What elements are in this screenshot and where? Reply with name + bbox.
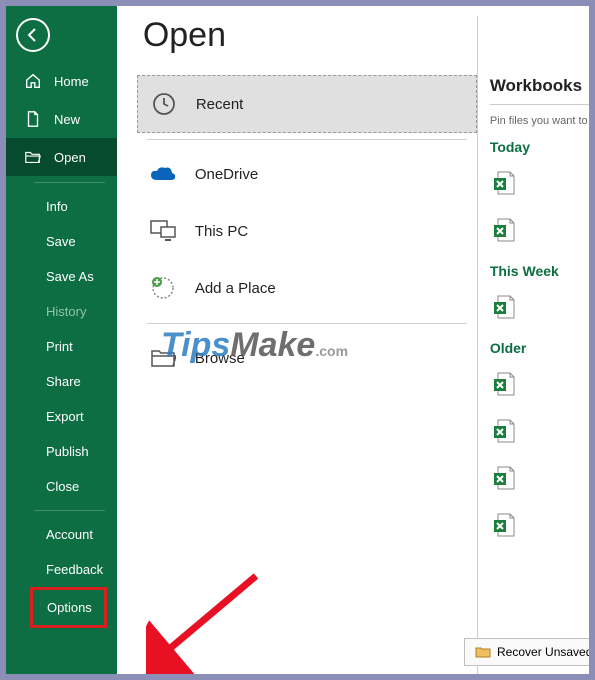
excel-file-icon bbox=[490, 464, 518, 492]
back-arrow-icon bbox=[25, 27, 41, 43]
home-icon bbox=[24, 72, 42, 90]
location-recent-label: Recent bbox=[196, 96, 244, 113]
nav-export[interactable]: Export bbox=[6, 399, 117, 434]
nav-close[interactable]: Close bbox=[6, 469, 117, 504]
thispc-icon bbox=[149, 217, 177, 245]
file-item[interactable] bbox=[490, 511, 589, 544]
nav-open[interactable]: Open bbox=[6, 138, 117, 176]
options-highlight-annotation: Options bbox=[30, 587, 107, 628]
location-divider bbox=[147, 323, 467, 324]
nav-account[interactable]: Account bbox=[6, 517, 117, 552]
location-addplace-label: Add a Place bbox=[195, 280, 276, 297]
excel-file-icon bbox=[490, 511, 518, 539]
workbooks-header: Workbooks bbox=[490, 76, 589, 105]
browse-folder-icon bbox=[149, 344, 177, 372]
location-onedrive[interactable]: OneDrive bbox=[137, 146, 477, 203]
clock-icon bbox=[150, 90, 178, 118]
excel-file-icon bbox=[490, 370, 518, 398]
location-list: Recent OneDrive This PC Add a Place bbox=[137, 75, 477, 387]
location-recent[interactable]: Recent bbox=[137, 75, 477, 133]
onedrive-icon bbox=[149, 160, 177, 188]
addplace-icon bbox=[149, 274, 177, 302]
excel-file-icon bbox=[490, 169, 518, 197]
nav-home[interactable]: Home bbox=[6, 62, 117, 100]
nav-info[interactable]: Info bbox=[6, 189, 117, 224]
nav-feedback[interactable]: Feedback bbox=[6, 552, 117, 587]
new-icon bbox=[24, 110, 42, 128]
file-item[interactable] bbox=[490, 169, 589, 202]
file-item[interactable] bbox=[490, 216, 589, 249]
nav-publish[interactable]: Publish bbox=[6, 434, 117, 469]
nav-new-label: New bbox=[54, 112, 80, 127]
location-thispc[interactable]: This PC bbox=[137, 203, 477, 260]
nav-save[interactable]: Save bbox=[6, 224, 117, 259]
location-divider bbox=[147, 139, 467, 140]
nav-share[interactable]: Share bbox=[6, 364, 117, 399]
location-browse[interactable]: Browse bbox=[137, 330, 477, 387]
file-item[interactable] bbox=[490, 293, 589, 326]
main-panel: Open Recent OneDrive This PC Add a Pl bbox=[117, 6, 589, 674]
file-item[interactable] bbox=[490, 464, 589, 497]
page-title: Open bbox=[143, 16, 477, 55]
nav-home-label: Home bbox=[54, 74, 89, 89]
workbooks-panel: Workbooks Pin files you want to easily f… bbox=[477, 16, 589, 674]
group-today: Today bbox=[490, 139, 589, 155]
location-browse-label: Browse bbox=[195, 350, 245, 367]
file-item[interactable] bbox=[490, 370, 589, 403]
location-onedrive-label: OneDrive bbox=[195, 166, 258, 183]
back-button[interactable] bbox=[16, 18, 50, 52]
excel-file-icon bbox=[490, 417, 518, 445]
location-addplace[interactable]: Add a Place bbox=[137, 260, 477, 317]
sidebar-divider bbox=[34, 182, 105, 183]
pin-hint-text: Pin files you want to easily find later. bbox=[490, 115, 589, 127]
group-thisweek: This Week bbox=[490, 263, 589, 279]
recover-unsaved-button[interactable]: Recover Unsaved Workbooks bbox=[464, 638, 589, 666]
sidebar-divider bbox=[34, 510, 105, 511]
open-folder-icon bbox=[24, 148, 42, 166]
excel-file-icon bbox=[490, 293, 518, 321]
recover-label: Recover Unsaved Workbooks bbox=[497, 645, 589, 659]
nav-new[interactable]: New bbox=[6, 100, 117, 138]
folder-icon bbox=[475, 645, 491, 659]
excel-file-icon bbox=[490, 216, 518, 244]
nav-save-as[interactable]: Save As bbox=[6, 259, 117, 294]
nav-options[interactable]: Options bbox=[33, 590, 104, 625]
nav-open-label: Open bbox=[54, 150, 86, 165]
nav-history[interactable]: History bbox=[6, 294, 117, 329]
location-thispc-label: This PC bbox=[195, 223, 248, 240]
group-older: Older bbox=[490, 340, 589, 356]
file-item[interactable] bbox=[490, 417, 589, 450]
nav-print[interactable]: Print bbox=[6, 329, 117, 364]
backstage-sidebar: Home New Open Info Save Save As History … bbox=[6, 6, 117, 674]
